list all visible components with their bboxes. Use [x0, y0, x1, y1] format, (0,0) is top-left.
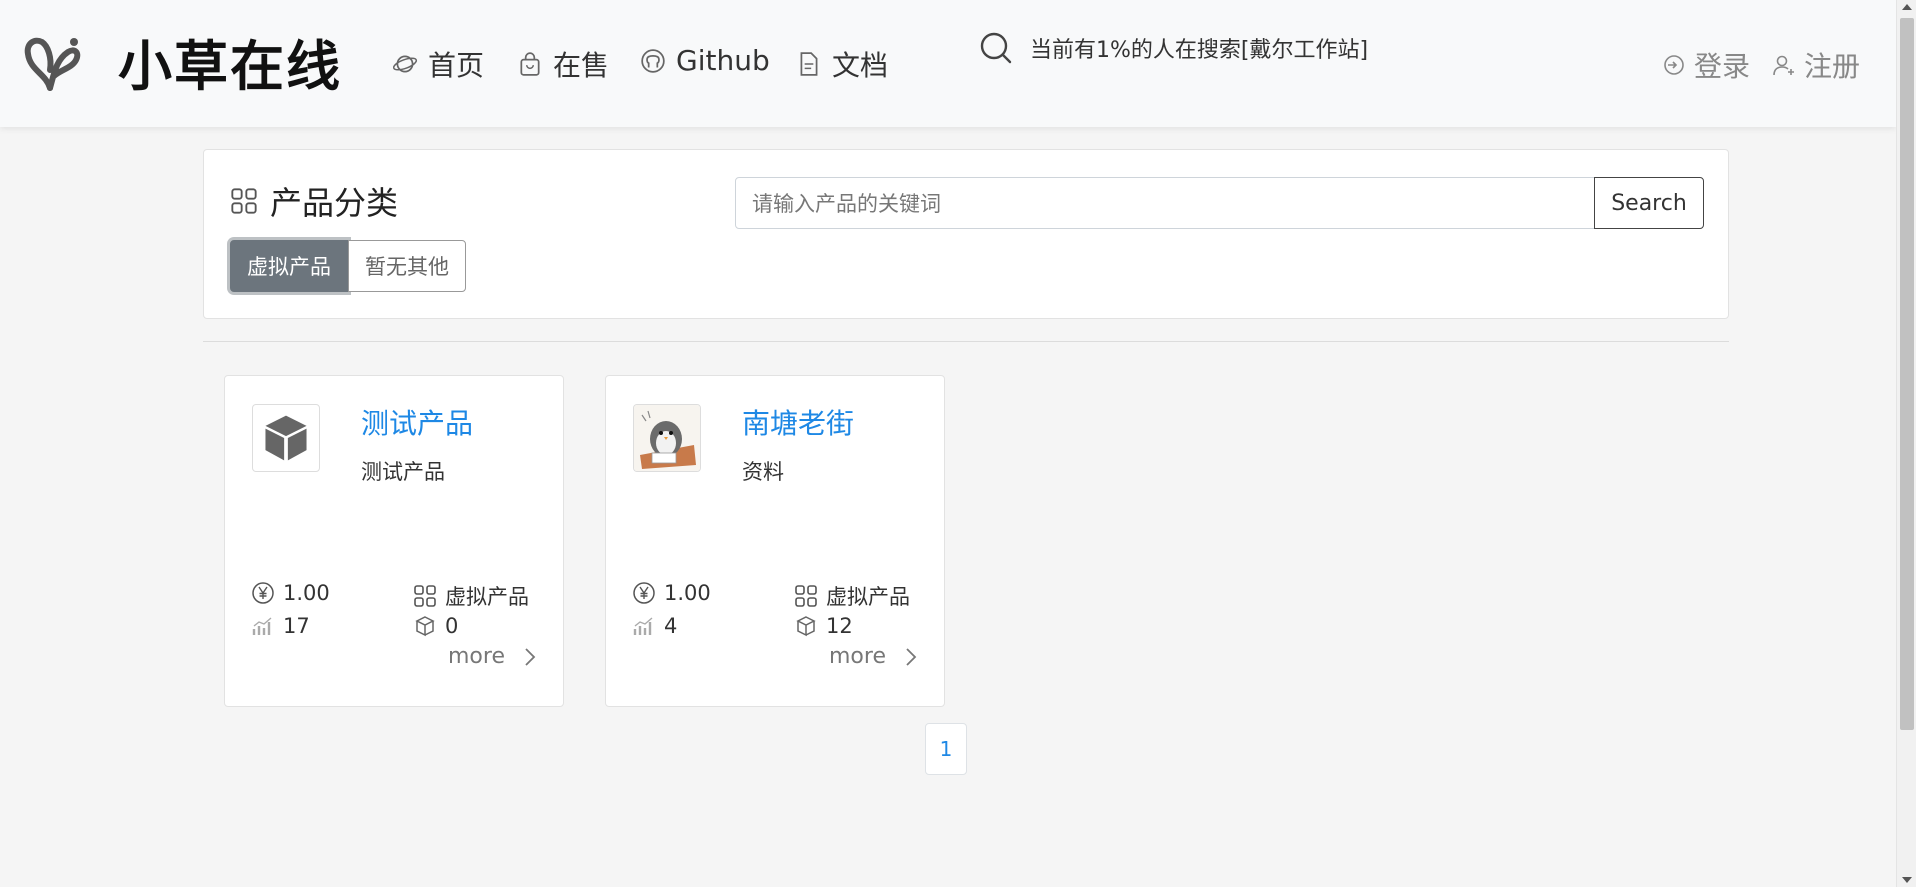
nav-github[interactable]: Github	[640, 44, 770, 77]
product-card[interactable]: 南塘老街 资料 1.00 虚拟产品 4 12 more	[605, 375, 945, 707]
category-title-text: 产品分类	[270, 184, 399, 222]
chevron-right-icon	[906, 647, 917, 666]
register-link[interactable]: 注册	[1772, 45, 1860, 85]
category-button-group: 虚拟产品 暂无其他	[230, 240, 466, 292]
more-label: more	[448, 644, 505, 669]
yen-icon	[633, 582, 655, 604]
login-label: 登录	[1694, 50, 1751, 83]
register-label: 注册	[1804, 50, 1861, 83]
product-sales: 4	[632, 614, 677, 638]
more-label: more	[829, 644, 886, 669]
chart-bars-icon	[633, 617, 653, 635]
grid-icon	[231, 188, 257, 214]
price-value: 1.00	[283, 581, 330, 605]
yen-icon	[252, 582, 274, 604]
nav-on-sale[interactable]: 在售	[517, 44, 609, 84]
nav-home-label: 首页	[428, 49, 485, 82]
category-title: 产品分类	[230, 178, 398, 224]
product-stock: 0	[413, 614, 458, 638]
product-category: 虚拟产品	[413, 581, 529, 611]
section-divider	[203, 341, 1729, 342]
box-icon	[415, 616, 435, 637]
grid-icon	[795, 585, 817, 607]
category-value: 虚拟产品	[445, 585, 529, 609]
bag-icon	[520, 52, 540, 76]
search-icon[interactable]	[978, 30, 1014, 66]
add-user-icon	[1773, 55, 1794, 76]
search-hint[interactable]: 当前有1%的人在搜索[戴尔工作站]	[1030, 32, 1368, 64]
chevron-right-icon	[525, 647, 536, 666]
site-logo-text[interactable]: 小草在线	[118, 22, 342, 101]
github-icon	[641, 48, 665, 73]
scroll-up-arrow-icon[interactable]	[1902, 4, 1912, 10]
search-button[interactable]: Search	[1594, 177, 1704, 229]
nav-github-label: Github	[676, 44, 770, 77]
penguin-image	[634, 405, 700, 471]
product-stock: 12	[794, 614, 853, 638]
category-value: 虚拟产品	[826, 585, 910, 609]
product-sales: 17	[251, 614, 310, 638]
nav-docs-label: 文档	[832, 49, 889, 82]
sales-value: 4	[664, 614, 678, 638]
more-link[interactable]: more	[829, 644, 918, 669]
top-navbar: 小草在线 首页 在售 Github 文档 当前有1%的人在搜索[戴尔工作站] 登…	[0, 0, 1896, 127]
product-name[interactable]: 测试产品	[361, 402, 473, 442]
nav-docs[interactable]: 文档	[796, 44, 888, 84]
cube-icon	[265, 415, 307, 461]
sales-value: 17	[283, 614, 310, 638]
product-description: 资料	[742, 460, 784, 484]
stock-value: 12	[826, 614, 853, 638]
more-link[interactable]: more	[448, 644, 537, 669]
planet-icon	[392, 55, 418, 73]
header-search[interactable]: 当前有1%的人在搜索[戴尔工作站]	[978, 30, 1368, 66]
product-thumbnail[interactable]	[252, 404, 320, 472]
category-button-virtual[interactable]: 虚拟产品	[230, 240, 348, 292]
login-icon	[1664, 55, 1684, 75]
product-description: 测试产品	[361, 460, 445, 484]
scrollbar-thumb[interactable]	[1900, 18, 1914, 730]
document-icon	[800, 52, 818, 76]
nav-on-sale-label: 在售	[553, 49, 610, 82]
product-search-input[interactable]: 请输入产品的关键词	[735, 177, 1595, 229]
category-panel: 产品分类 虚拟产品 暂无其他 请输入产品的关键词 Search	[203, 149, 1729, 319]
pagination-page-1[interactable]: 1	[925, 723, 967, 775]
scroll-down-arrow-icon[interactable]	[1902, 877, 1912, 883]
price-value: 1.00	[664, 581, 711, 605]
product-category: 虚拟产品	[794, 581, 910, 611]
box-icon	[796, 616, 816, 637]
stock-value: 0	[445, 614, 459, 638]
nav-home[interactable]: 首页	[392, 44, 484, 84]
product-price: 1.00	[251, 581, 330, 605]
leaf-logo-icon[interactable]	[20, 30, 84, 94]
chart-bars-icon	[252, 617, 272, 635]
category-button-none[interactable]: 暂无其他	[348, 240, 466, 292]
product-thumbnail[interactable]	[633, 404, 701, 472]
login-link[interactable]: 登录	[1662, 45, 1750, 85]
product-name[interactable]: 南塘老街	[742, 402, 854, 442]
page-scrollbar[interactable]	[1896, 0, 1916, 887]
product-price: 1.00	[632, 581, 711, 605]
grid-icon	[414, 585, 436, 607]
product-card[interactable]: 测试产品 测试产品 1.00 虚拟产品 17 0 more	[224, 375, 564, 707]
